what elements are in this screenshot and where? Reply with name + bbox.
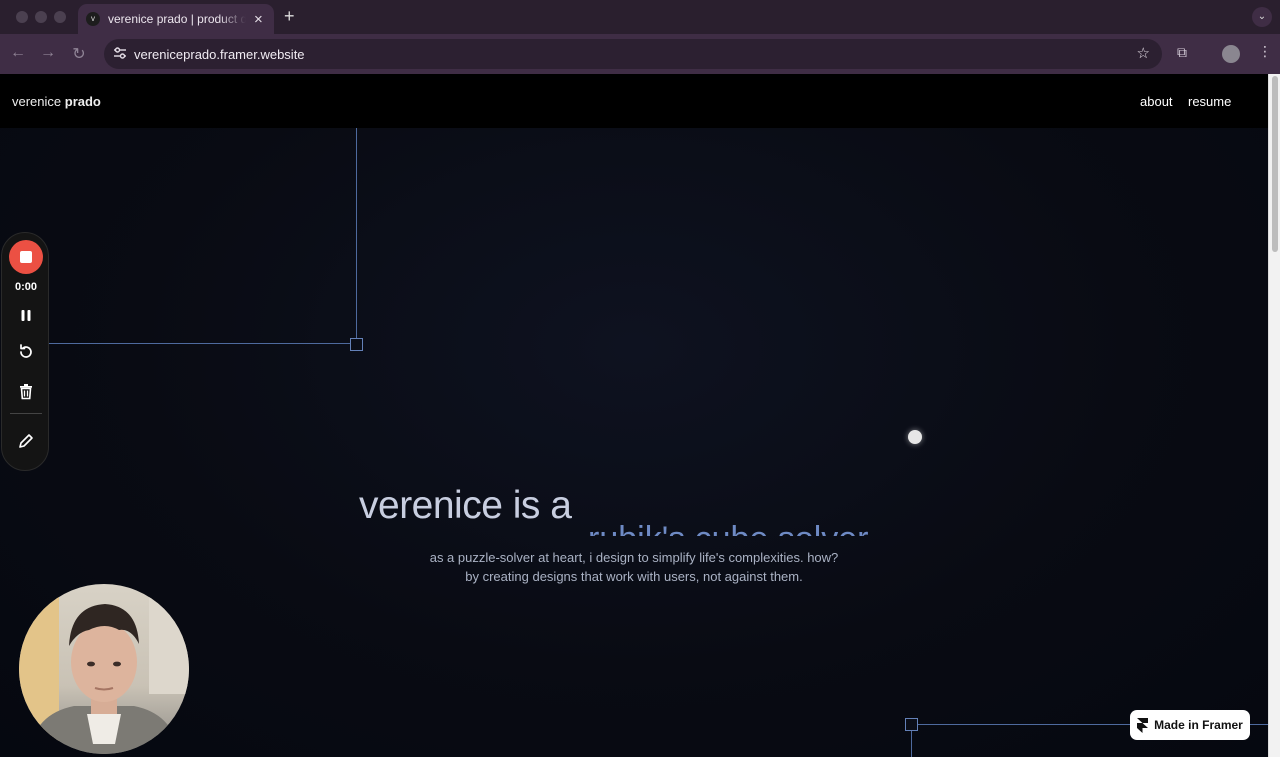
bookmark-star-icon[interactable]: ☆: [1137, 44, 1150, 62]
site-header: verenice prado about resume: [0, 74, 1268, 128]
hero-role-ticker: rubik's cube solver: [588, 512, 948, 536]
address-bar[interactable]: vereniceprado.framer.website ☆: [104, 39, 1162, 69]
close-icon[interactable]: ×: [254, 11, 263, 28]
tab-search-icon[interactable]: ⌄: [1252, 7, 1272, 27]
profile-avatar-icon[interactable]: [1222, 45, 1240, 63]
forward-icon[interactable]: →: [38, 44, 58, 62]
decor-line-horizontal: [48, 343, 350, 344]
window-minimize-light[interactable]: [35, 11, 47, 23]
nav-link-resume[interactable]: resume: [1188, 94, 1231, 109]
site-settings-icon[interactable]: [113, 46, 127, 60]
pencil-icon[interactable]: [14, 430, 38, 452]
url-text: vereniceprado.framer.website: [134, 46, 305, 62]
more-menu-icon[interactable]: ⋮: [1258, 43, 1272, 60]
recording-timer: 0:00: [14, 281, 38, 293]
restart-icon[interactable]: [14, 341, 38, 363]
reload-icon[interactable]: ↻: [69, 44, 89, 64]
webcam-bubble[interactable]: [19, 584, 189, 754]
back-icon[interactable]: ←: [8, 44, 28, 62]
custom-cursor: [908, 430, 922, 444]
extensions-icon[interactable]: ⧉: [1177, 44, 1187, 61]
plus-icon[interactable]: +: [284, 6, 295, 27]
hero-headline: verenice is a: [359, 484, 572, 527]
stop-record-icon[interactable]: [9, 240, 43, 274]
scrollbar-thumb[interactable]: [1272, 76, 1278, 252]
browser-toolbar: ← → ↻ vereniceprado.framer.website ☆ ⧉ ⋮: [0, 34, 1280, 74]
window-close-light[interactable]: [16, 11, 28, 23]
trash-icon[interactable]: [14, 381, 38, 403]
hero-subtitle-line2: by creating designs that work with users…: [465, 569, 803, 584]
page-scrollbar[interactable]: [1268, 74, 1280, 757]
hero-subtitle-line1: as a puzzle-solver at heart, i design to…: [429, 550, 839, 565]
pause-icon[interactable]: [14, 305, 38, 327]
web-page: verenice prado about resume verenice is …: [0, 74, 1268, 757]
favicon-icon: v: [86, 12, 100, 26]
webcam-person-image: [19, 584, 189, 754]
decor-corner-handle-bottom: [905, 718, 918, 731]
badge-label: Made in Framer: [1154, 718, 1243, 732]
tab-title: verenice prado | product designer: [108, 12, 246, 26]
framer-logo-icon: [1137, 717, 1149, 733]
brand-last-name: prado: [64, 94, 101, 109]
decor-line-vertical: [356, 128, 357, 344]
site-brand[interactable]: verenice prado: [12, 94, 101, 109]
decor-line-vertical-bottom: [911, 731, 912, 757]
browser-tab-strip: v verenice prado | product designer × + …: [0, 0, 1280, 34]
made-in-framer-badge[interactable]: Made in Framer: [1130, 710, 1250, 740]
hero-role-text: rubik's cube solver: [588, 520, 869, 536]
brand-first-name: verenice: [12, 94, 62, 109]
hero-subtitle: as a puzzle-solver at heart, i design to…: [400, 548, 868, 586]
window-zoom-light[interactable]: [54, 11, 66, 23]
decor-corner-handle: [350, 338, 363, 351]
recorder-toolbar: 0:00: [1, 232, 49, 471]
recorder-divider: [10, 413, 42, 414]
browser-tab-active[interactable]: v verenice prado | product designer ×: [78, 4, 274, 34]
nav-link-about[interactable]: about: [1140, 94, 1173, 109]
